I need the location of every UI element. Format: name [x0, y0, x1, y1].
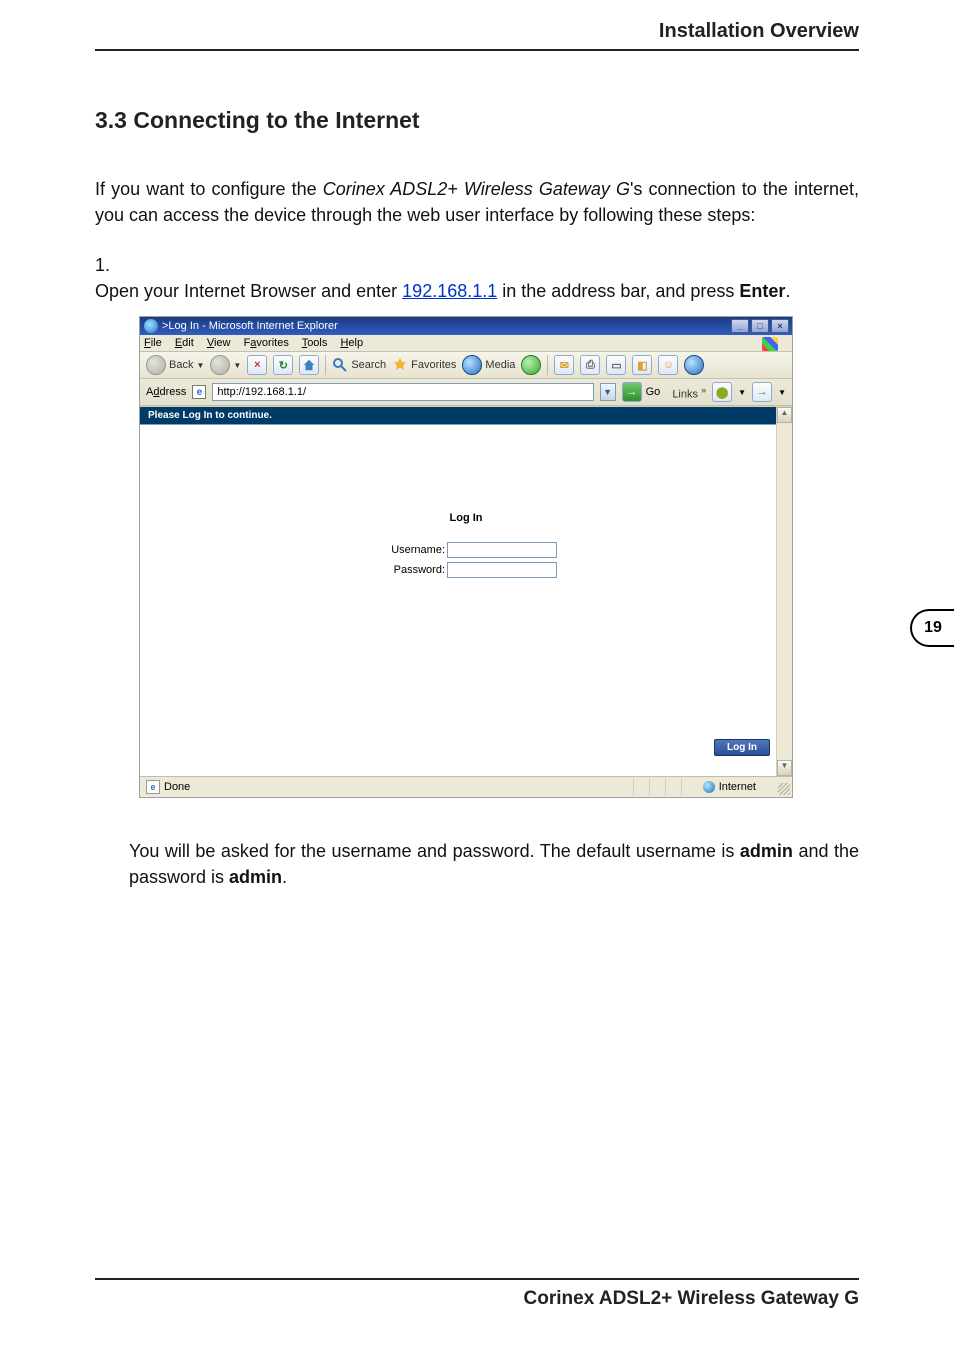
scroll-up-icon[interactable]: ▲: [777, 407, 792, 423]
login-banner: Please Log In to continue.: [140, 407, 792, 425]
go-button[interactable]: → Go: [622, 382, 661, 402]
address-input[interactable]: [212, 383, 593, 401]
toolbar: Back ▼ ▼ × ↻ Search Favorites Media: [140, 352, 792, 379]
forward-button[interactable]: ▼: [210, 355, 241, 375]
credentials-paragraph: You will be asked for the username and p…: [129, 838, 859, 890]
refresh-button[interactable]: ↻: [273, 355, 293, 375]
page-number: 19: [910, 609, 954, 647]
menu-help[interactable]: Help: [340, 337, 363, 349]
mail-button[interactable]: ✉: [554, 355, 574, 375]
page-icon: e: [192, 385, 206, 399]
media-icon: [462, 355, 482, 375]
popup-icon[interactable]: →: [752, 382, 772, 402]
statusbar: e Done Internet: [140, 776, 792, 797]
messenger-button[interactable]: ☺: [658, 355, 678, 375]
window-titlebar: >Log In - Microsoft Internet Explorer _ …: [140, 317, 792, 335]
menubar: FFileile Edit View Favorites Tools Help: [140, 335, 792, 352]
globe-icon: [703, 781, 715, 793]
bluetooth-icon: [684, 355, 704, 375]
ie-screenshot: >Log In - Microsoft Internet Explorer _ …: [139, 316, 793, 798]
menu-file[interactable]: FFileile: [144, 337, 162, 349]
chapter-title: Installation Overview: [95, 20, 859, 57]
star-icon: [392, 357, 408, 373]
footer-product: Corinex ADSL2+ Wireless Gateway G: [95, 1288, 859, 1310]
print-button[interactable]: ⎙: [580, 355, 600, 375]
page-content: Please Log In to continue. Log In Userna…: [140, 406, 792, 776]
minimize-button[interactable]: _: [731, 319, 749, 333]
password-label: Password:: [375, 564, 445, 576]
norton-icon[interactable]: ⬤: [712, 382, 732, 402]
intro-paragraph: If you want to configure the Corinex ADS…: [95, 176, 859, 228]
password-input[interactable]: [447, 562, 557, 578]
scroll-down-icon[interactable]: ▼: [777, 760, 792, 776]
section-heading: 3.3 Connecting to the Internet: [95, 107, 859, 134]
menu-favorites[interactable]: Favorites: [244, 337, 289, 349]
username-input[interactable]: [447, 542, 557, 558]
security-zone: Internet: [703, 781, 756, 793]
step-1: 1. Open your Internet Browser and enter …: [95, 252, 859, 304]
home-icon: [302, 358, 316, 372]
home-button[interactable]: [299, 355, 319, 375]
edit-button[interactable]: ▭: [606, 355, 626, 375]
media-button[interactable]: Media: [462, 355, 515, 375]
history-button[interactable]: [521, 355, 541, 375]
search-icon: [332, 357, 348, 373]
resize-grip-icon[interactable]: [778, 783, 790, 795]
window-title: >Log In - Microsoft Internet Explorer: [162, 320, 338, 332]
menu-edit[interactable]: Edit: [175, 337, 194, 349]
page-footer: Corinex ADSL2+ Wireless Gateway G: [95, 1278, 859, 1310]
windows-flag-icon: [762, 337, 778, 351]
username-label: Username:: [375, 544, 445, 556]
address-label: Address: [146, 386, 186, 398]
menu-tools[interactable]: Tools: [302, 337, 328, 349]
address-bar: Address e ▼ → Go Links » ⬤ ▼ → ▼: [140, 379, 792, 406]
maximize-button[interactable]: □: [751, 319, 769, 333]
menu-view[interactable]: View: [207, 337, 231, 349]
login-title: Log In: [316, 512, 616, 524]
address-dropdown[interactable]: ▼: [600, 383, 616, 401]
login-button[interactable]: Log In: [714, 739, 770, 756]
status-page-icon: e: [146, 780, 160, 794]
address-link[interactable]: 192.168.1.1: [402, 281, 497, 301]
back-button[interactable]: Back ▼: [146, 355, 204, 375]
scrollbar[interactable]: ▲ ▼: [776, 407, 792, 776]
links-label[interactable]: Links »: [672, 385, 706, 401]
login-form: Log In Username: Password:: [316, 512, 616, 582]
stop-button[interactable]: ×: [247, 355, 267, 375]
search-button[interactable]: Search: [332, 357, 386, 373]
discuss-button[interactable]: ◧: [632, 355, 652, 375]
favorites-button[interactable]: Favorites: [392, 357, 456, 373]
close-button[interactable]: ×: [771, 319, 789, 333]
ie-icon: [144, 319, 158, 333]
status-text: Done: [164, 781, 190, 793]
